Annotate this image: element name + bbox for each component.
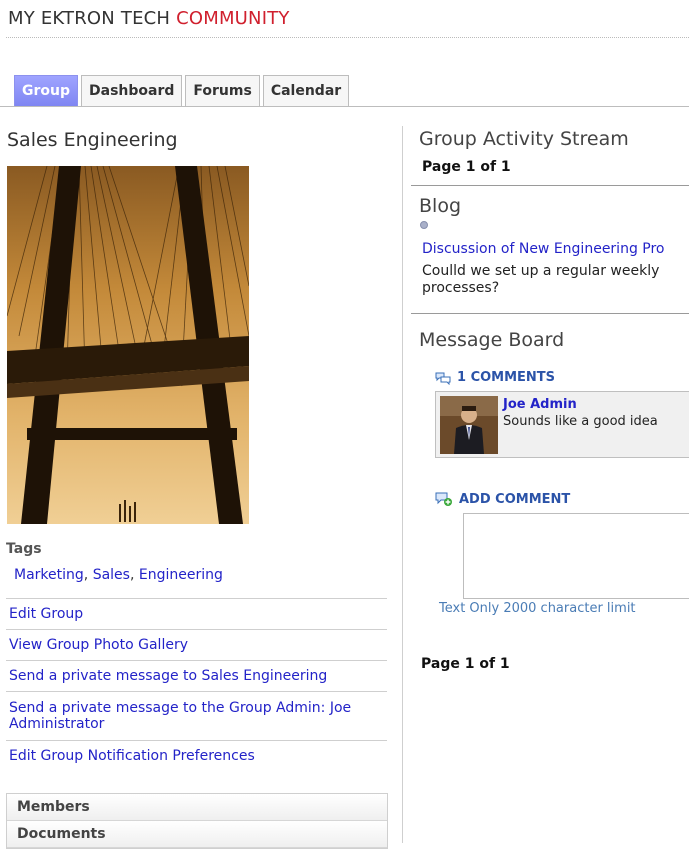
tab-group[interactable]: Group	[14, 75, 79, 106]
message-group-link[interactable]: Send a private message to Sales Engineer…	[6, 660, 387, 691]
add-comment-icon	[435, 492, 452, 506]
page-indicator-bottom: Page 1 of 1	[421, 656, 510, 672]
blog-post-title-link[interactable]: Discussion of New Engineering Pro	[422, 241, 665, 257]
comments-icon	[435, 372, 451, 385]
site-title-main: MY EKTRON TECH	[8, 8, 177, 29]
column-divider	[402, 126, 403, 843]
activity-column: Group Activity Stream Page 1 of 1 Blog D…	[411, 107, 689, 843]
tab-bar: Group Dashboard Forums Calendar	[14, 75, 350, 106]
comments-count-link[interactable]: 1 COMMENTS	[435, 370, 555, 385]
documents-section-header[interactable]: Documents	[7, 821, 387, 848]
notification-preferences-link[interactable]: Edit Group Notification Preferences	[6, 740, 387, 771]
character-limit-note: Text Only 2000 character limit	[439, 601, 636, 616]
blog-post-excerpt: Coulld we set up a regular weekly proces…	[422, 263, 660, 296]
comments-count-label: 1 COMMENTS	[457, 370, 556, 385]
blog-heading: Blog	[419, 195, 461, 217]
tab-calendar[interactable]: Calendar	[262, 75, 350, 106]
tags-heading: Tags	[6, 541, 42, 557]
comment-author-avatar[interactable]	[440, 396, 498, 454]
tab-dashboard[interactable]: Dashboard	[81, 75, 183, 106]
group-photo[interactable]	[7, 166, 249, 524]
group-name: Sales Engineering	[7, 129, 178, 151]
comment-text: Sounds like a good idea	[503, 414, 658, 429]
group-sections: Members Documents	[6, 793, 388, 849]
comment-input[interactable]	[463, 513, 689, 599]
comment-item: Joe Admin Sounds like a good idea	[435, 391, 689, 458]
tag-link-sales[interactable]: Sales	[93, 567, 130, 583]
message-board-heading: Message Board	[419, 329, 565, 351]
edit-group-link[interactable]: Edit Group	[6, 598, 387, 629]
blog-bullet-icon	[420, 221, 428, 229]
tag-link-marketing[interactable]: Marketing	[14, 567, 84, 583]
view-photo-gallery-link[interactable]: View Group Photo Gallery	[6, 629, 387, 660]
activity-stream-heading: Group Activity Stream	[419, 128, 629, 150]
tab-forums[interactable]: Forums	[185, 75, 260, 106]
blog-divider	[411, 313, 689, 314]
tag-link-engineering[interactable]: Engineering	[139, 567, 223, 583]
page-indicator-top: Page 1 of 1	[422, 159, 511, 175]
add-comment-label: ADD COMMENT	[459, 491, 571, 507]
group-actions-list: Edit Group View Group Photo Gallery Send…	[6, 598, 387, 771]
title-divider	[6, 37, 689, 38]
site-title: MY EKTRON TECH COMMUNITY	[8, 8, 290, 29]
members-section-header[interactable]: Members	[7, 794, 387, 821]
site-title-accent: COMMUNITY	[176, 8, 290, 29]
add-comment-link[interactable]: ADD COMMENT	[435, 491, 570, 507]
tags-list: Marketing, Sales, Engineering	[14, 567, 223, 583]
activity-divider	[411, 185, 689, 186]
comment-author-link[interactable]: Joe Admin	[503, 397, 577, 412]
message-group-admin-link[interactable]: Send a private message to the Group Admi…	[6, 691, 387, 740]
